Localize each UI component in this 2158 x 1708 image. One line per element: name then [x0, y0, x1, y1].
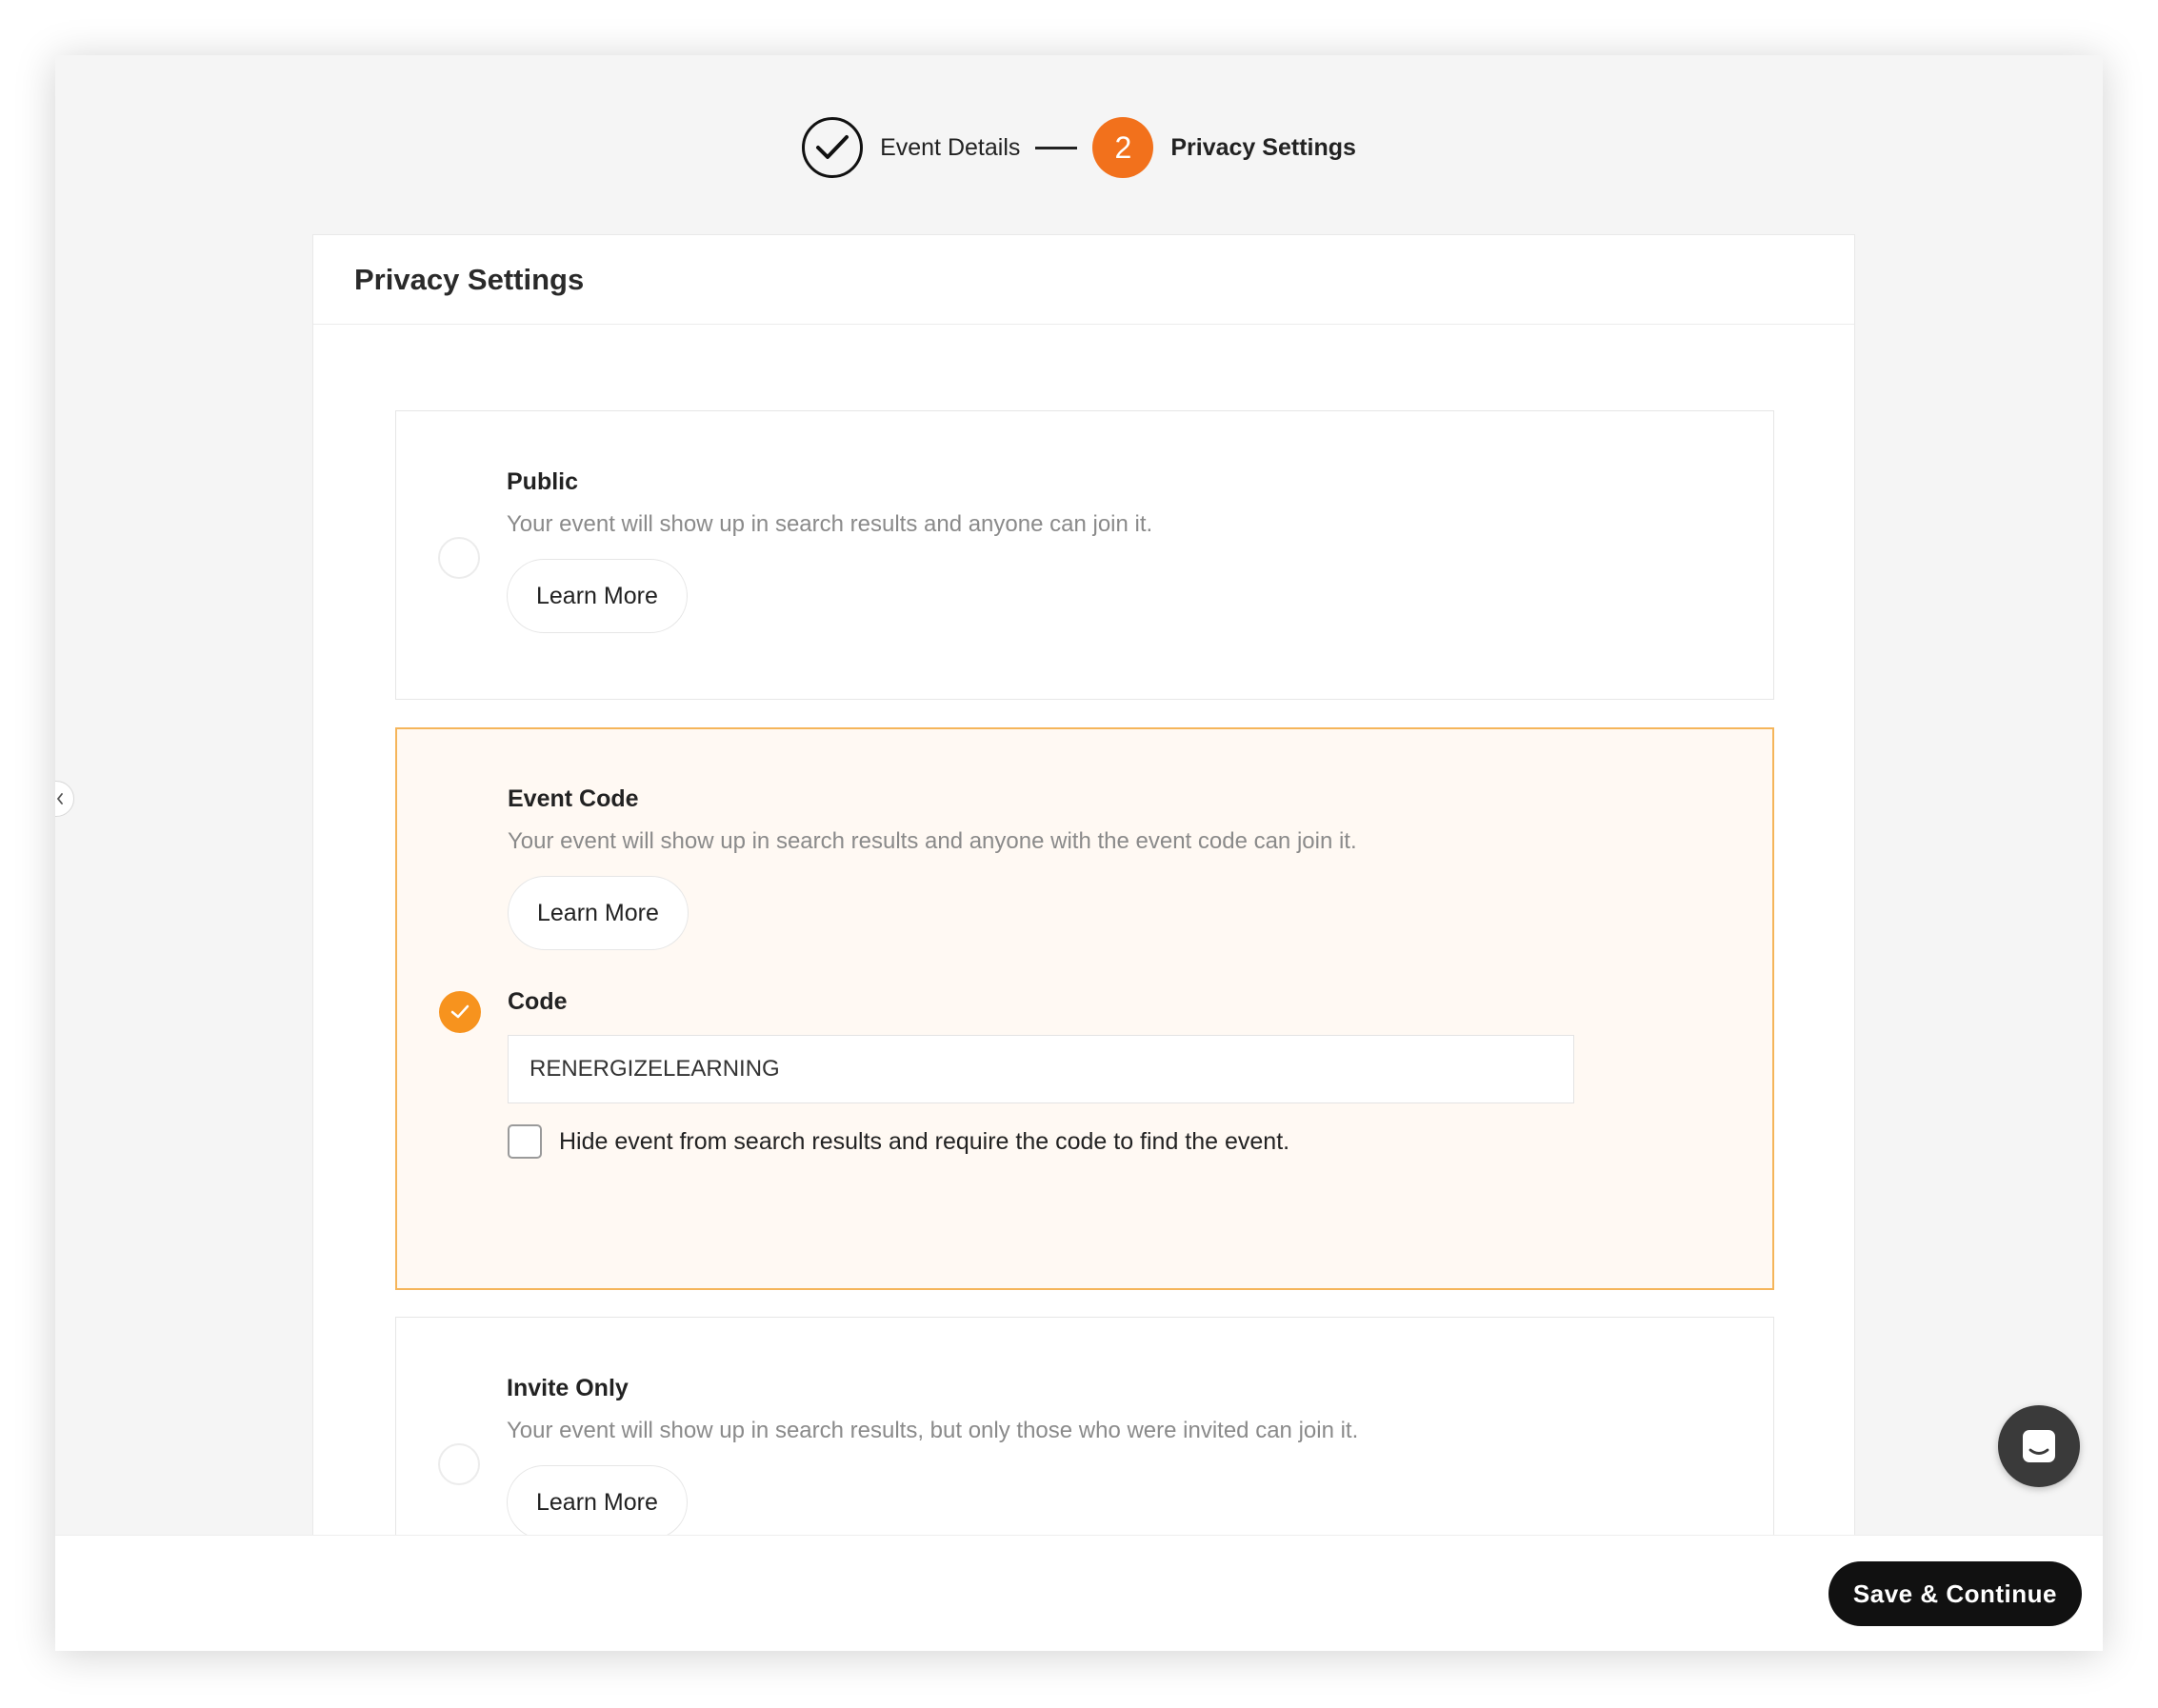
- learn-more-button[interactable]: Learn More: [507, 559, 688, 633]
- option-event-code-body: Event Code Your event will show up in se…: [508, 785, 1734, 1159]
- code-label: Code: [508, 988, 568, 1015]
- event-code-input[interactable]: [508, 1035, 1574, 1103]
- radio-public[interactable]: [438, 537, 480, 579]
- privacy-settings-panel: Privacy Settings Public Your event will …: [312, 234, 1855, 1651]
- radio-event-code[interactable]: [439, 991, 481, 1033]
- checkmark-icon: [450, 1004, 470, 1019]
- option-description: Your event will show up in search result…: [507, 1418, 1359, 1443]
- option-description: Your event will show up in search result…: [507, 511, 1153, 537]
- learn-more-button[interactable]: Learn More: [508, 876, 689, 950]
- option-invite-only-body: Invite Only Your event will show up in s…: [507, 1375, 1735, 1539]
- option-description: Your event will show up in search result…: [508, 828, 1357, 854]
- checkmark-icon: [816, 135, 849, 159]
- learn-more-button[interactable]: Learn More: [507, 1465, 688, 1539]
- stepper: Event Details 2 Privacy Settings: [55, 116, 2103, 179]
- app-window: Event Details 2 Privacy Settings Privacy…: [55, 55, 2103, 1651]
- page-title: Privacy Settings: [354, 262, 585, 296]
- option-title: Invite Only: [507, 1375, 629, 1401]
- footer-bar: Save & Continue: [55, 1535, 2103, 1651]
- step-label-event-details[interactable]: Event Details: [880, 134, 1020, 162]
- chat-button[interactable]: [1998, 1405, 2080, 1487]
- hide-event-label[interactable]: Hide event from search results and requi…: [559, 1128, 1289, 1156]
- radio-invite-only[interactable]: [438, 1443, 480, 1485]
- option-title: Public: [507, 468, 579, 495]
- panel-header: Privacy Settings: [313, 235, 1854, 325]
- step-active-indicator: 2: [1092, 117, 1154, 178]
- chat-icon: [2023, 1430, 2055, 1462]
- option-public-body: Public Your event will show up in search…: [507, 468, 1735, 633]
- step-label-privacy-settings: Privacy Settings: [1170, 133, 1356, 161]
- step-done-indicator: [802, 117, 864, 178]
- option-event-code[interactable]: Event Code Your event will show up in se…: [395, 727, 1774, 1290]
- save-continue-button[interactable]: Save & Continue: [1828, 1561, 2082, 1626]
- option-title: Event Code: [508, 785, 639, 812]
- step-connector: [1035, 146, 1078, 149]
- chevron-left-icon: [56, 793, 63, 804]
- hide-event-checkbox[interactable]: [508, 1124, 542, 1159]
- hide-event-row[interactable]: Hide event from search results and requi…: [508, 1124, 1734, 1159]
- option-public[interactable]: Public Your event will show up in search…: [395, 410, 1774, 700]
- side-collapse-handle[interactable]: [55, 781, 74, 817]
